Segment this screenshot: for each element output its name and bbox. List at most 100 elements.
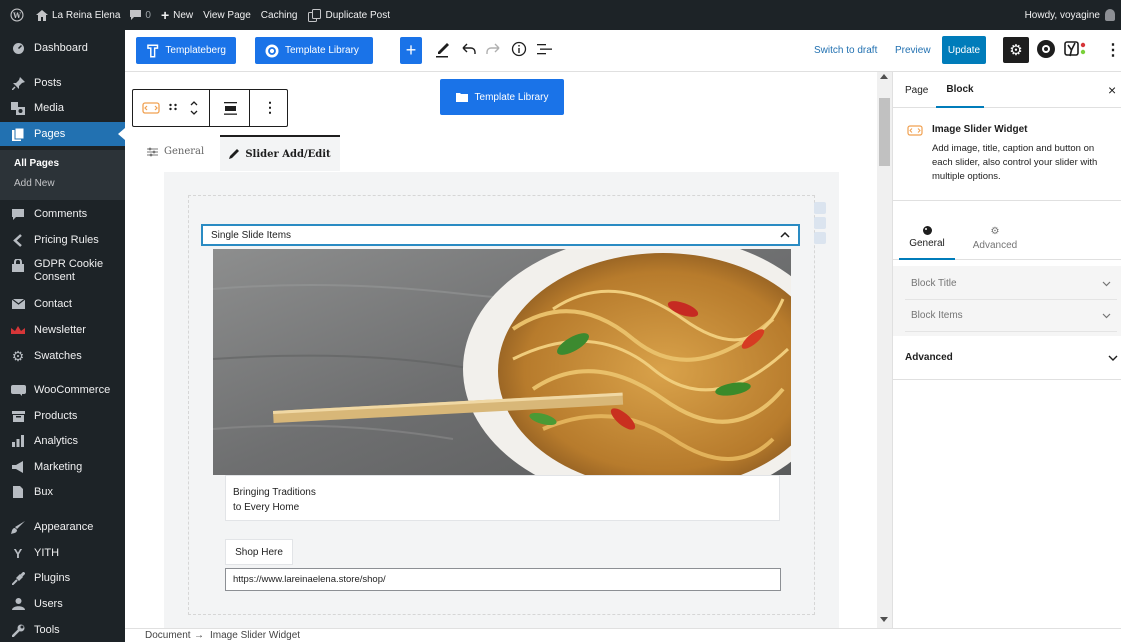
- breadcrumb-block[interactable]: Image Slider Widget: [210, 630, 300, 641]
- details-button[interactable]: [511, 41, 527, 60]
- sidebar-item-products[interactable]: Products: [0, 404, 125, 428]
- template-library-label: Template Library: [285, 45, 359, 56]
- block-items-section[interactable]: Block Items: [905, 300, 1117, 332]
- yoast-button[interactable]: [1064, 40, 1088, 58]
- block-card-title: Image Slider Widget: [932, 124, 1028, 135]
- brush-icon: [10, 520, 26, 534]
- single-slide-items-header[interactable]: Single Slide Items: [201, 224, 800, 246]
- sidebar-item-newsletter[interactable]: Newsletter: [0, 318, 125, 342]
- duplicate-icon: [307, 8, 321, 22]
- tab-slider-add-edit[interactable]: Slider Add/Edit: [220, 135, 340, 171]
- slide-caption-field[interactable]: Bringing Traditions to Every Home: [225, 475, 780, 521]
- info-icon: [511, 41, 527, 57]
- caption-line-2: to Every Home: [233, 502, 300, 513]
- preview-link[interactable]: Preview: [895, 45, 931, 56]
- comments-count: 0: [145, 9, 151, 21]
- new-content-link[interactable]: + New: [161, 7, 193, 23]
- sidebar-item-woocommerce[interactable]: WooCommerce: [0, 378, 125, 402]
- block-title-section[interactable]: Block Title: [905, 268, 1117, 300]
- settings-button[interactable]: ⚙: [1003, 37, 1029, 63]
- sidebar-item-contact[interactable]: Contact: [0, 292, 125, 316]
- section-title: Block Items: [911, 310, 963, 321]
- sidebar-item-marketing[interactable]: Marketing: [0, 455, 125, 479]
- close-sidebar-button[interactable]: ×: [1108, 82, 1116, 98]
- sidebar-item-tools[interactable]: Tools: [0, 618, 125, 642]
- sidebar-item-label: Media: [34, 102, 64, 114]
- editor-scrollbar[interactable]: [877, 72, 892, 628]
- gear-icon: ⚙: [1009, 42, 1023, 59]
- duplicate-slide-icon[interactable]: [814, 217, 826, 229]
- tab-general[interactable]: General: [147, 146, 204, 157]
- ghostkit-button[interactable]: [1036, 39, 1056, 62]
- sidebar-item-bux[interactable]: Bux: [0, 480, 125, 504]
- sidebar-item-yith[interactable]: Y YITH: [0, 541, 125, 565]
- subtab-general[interactable]: General: [899, 216, 955, 260]
- sidebar-item-users[interactable]: Users: [0, 592, 125, 616]
- view-page-link[interactable]: View Page: [203, 10, 251, 21]
- move-up-down-button[interactable]: [189, 96, 199, 123]
- site-name-link[interactable]: La Reina Elena: [36, 9, 120, 21]
- caching-link[interactable]: Caching: [261, 10, 298, 21]
- duplicate-post-link[interactable]: Duplicate Post: [307, 8, 390, 22]
- wordpress-logo-icon[interactable]: W: [10, 8, 24, 22]
- block-options-button[interactable]: ⋮: [263, 99, 277, 116]
- switch-to-draft-link[interactable]: Switch to draft: [814, 45, 877, 56]
- block-type-button[interactable]: [142, 102, 160, 117]
- delete-slide-icon[interactable]: [814, 232, 826, 244]
- sidebar-item-label: Comments: [34, 208, 88, 220]
- slide-image[interactable]: [213, 249, 791, 475]
- template-library-button[interactable]: Template Library: [255, 37, 373, 64]
- pencil-icon: [229, 149, 240, 159]
- section-title: Advanced: [905, 352, 953, 363]
- drag-handle[interactable]: [168, 101, 178, 118]
- scroll-up-arrow-icon[interactable]: [880, 74, 888, 79]
- sidebar-item-media[interactable]: Media: [0, 96, 125, 120]
- sidebar-item-analytics[interactable]: Analytics: [0, 429, 125, 453]
- undo-button[interactable]: [462, 42, 476, 59]
- avatar: [1105, 9, 1115, 21]
- my-account-link[interactable]: Howdy, voyagine: [1025, 0, 1115, 30]
- sidebar-item-posts[interactable]: Posts: [0, 71, 125, 95]
- undo-icon: [462, 43, 476, 54]
- sidebar-item-pages[interactable]: Pages: [0, 122, 125, 146]
- submenu-add-new[interactable]: Add New: [14, 178, 55, 189]
- sidebar-item-plugins[interactable]: Plugins: [0, 566, 125, 590]
- update-button[interactable]: Update: [942, 36, 986, 64]
- move-slide-icon[interactable]: [814, 202, 826, 214]
- slide-button-url-field[interactable]: https://www.lareinaelena.store/shop/: [225, 568, 781, 591]
- sidebar-item-swatches[interactable]: ⚙ Swatches: [0, 344, 125, 368]
- sidebar-item-appearance[interactable]: Appearance: [0, 515, 125, 539]
- add-block-button[interactable]: +: [400, 37, 422, 64]
- tab-page[interactable]: Page: [905, 85, 928, 96]
- sidebar-item-dashboard[interactable]: Dashboard: [0, 36, 125, 60]
- accordion-title: Single Slide Items: [211, 229, 292, 241]
- templateberg-button[interactable]: Templateberg: [136, 37, 236, 64]
- sidebar-item-comments[interactable]: Comments: [0, 202, 125, 226]
- comment-icon: [10, 207, 26, 221]
- tools-button[interactable]: [436, 42, 450, 61]
- align-center-icon: [224, 102, 237, 115]
- pages-submenu: All Pages Add New: [0, 150, 125, 200]
- scrollbar-thumb[interactable]: [879, 98, 890, 166]
- more-options-button[interactable]: ⋮: [1105, 40, 1121, 60]
- scroll-down-arrow-icon[interactable]: [880, 617, 888, 622]
- bar-chart-icon: [10, 434, 26, 448]
- submenu-all-pages[interactable]: All Pages: [14, 158, 59, 169]
- sidebar-item-label: Pricing Rules: [34, 234, 99, 246]
- sidebar-item-label: Analytics: [34, 435, 79, 447]
- sidebar-item-pricing-rules[interactable]: Pricing Rules: [0, 228, 125, 252]
- comments-link[interactable]: 0: [130, 10, 151, 21]
- kebab-menu-icon: ⋮: [263, 99, 277, 115]
- breadcrumb-document[interactable]: Document: [145, 630, 191, 641]
- sidebar-item-gdpr[interactable]: GDPR Cookie Consent: [0, 255, 125, 289]
- advanced-section[interactable]: Advanced: [893, 336, 1121, 380]
- subtab-advanced[interactable]: ⚙ Advanced: [963, 216, 1027, 260]
- palette-icon: [922, 225, 932, 235]
- slide-button-label-field[interactable]: Shop Here: [225, 539, 293, 565]
- align-button[interactable]: [224, 102, 237, 118]
- list-view-button[interactable]: [537, 42, 552, 59]
- settings-sidebar: Page Block × Image Slider Widget Add ima…: [892, 72, 1121, 628]
- floating-template-library-button[interactable]: Template Library: [440, 79, 564, 115]
- redo-button[interactable]: [486, 42, 500, 59]
- tab-block[interactable]: Block: [936, 72, 984, 108]
